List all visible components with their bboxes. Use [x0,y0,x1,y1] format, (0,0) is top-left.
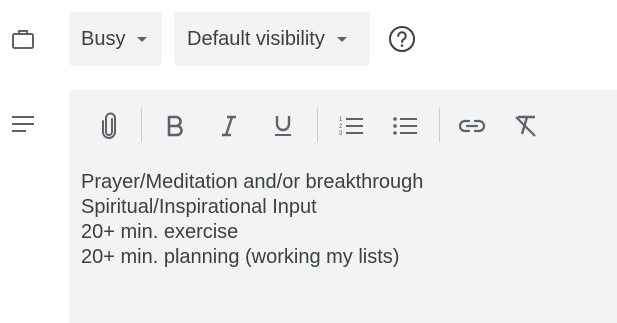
bold-icon[interactable] [159,110,191,142]
availability-status-label: Busy [81,27,126,50]
description-line: 20+ min. planning (working my lists) [81,246,400,268]
link-icon[interactable] [456,110,488,142]
chevron-down-icon [336,36,347,42]
attach-icon[interactable] [93,110,125,142]
visibility-label: Default visibility [187,27,325,50]
briefcase-icon [11,27,35,51]
description-line: Spiritual/Inspirational Input [81,196,317,218]
underline-icon[interactable] [267,110,299,142]
numbered-list-icon[interactable]: 1 2 3 [335,110,367,142]
description-line: Prayer/Meditation and/or breakthrough [81,171,424,193]
description-editor[interactable]: 1 2 3 Prayer/Meditation and/or breakthro… [69,90,617,323]
availability-status-select[interactable]: Busy [69,12,162,66]
italic-icon[interactable] [213,110,245,142]
description-line: 20+ min. exercise [81,221,239,243]
description-text[interactable]: Prayer/Meditation and/or breakthrough Sp… [81,170,423,270]
toolbar-separator [439,108,440,142]
svg-text:3: 3 [339,131,343,137]
notes-lines-icon [11,112,35,136]
toolbar-separator [317,108,318,142]
toolbar-separator [141,108,142,142]
chevron-down-icon [137,36,148,42]
help-circle-icon[interactable] [388,25,416,53]
bulleted-list-icon[interactable] [389,110,421,142]
clear-formatting-icon[interactable] [510,110,542,142]
svg-text:1: 1 [339,117,343,123]
svg-text:2: 2 [339,124,343,130]
visibility-select[interactable]: Default visibility [174,12,370,66]
